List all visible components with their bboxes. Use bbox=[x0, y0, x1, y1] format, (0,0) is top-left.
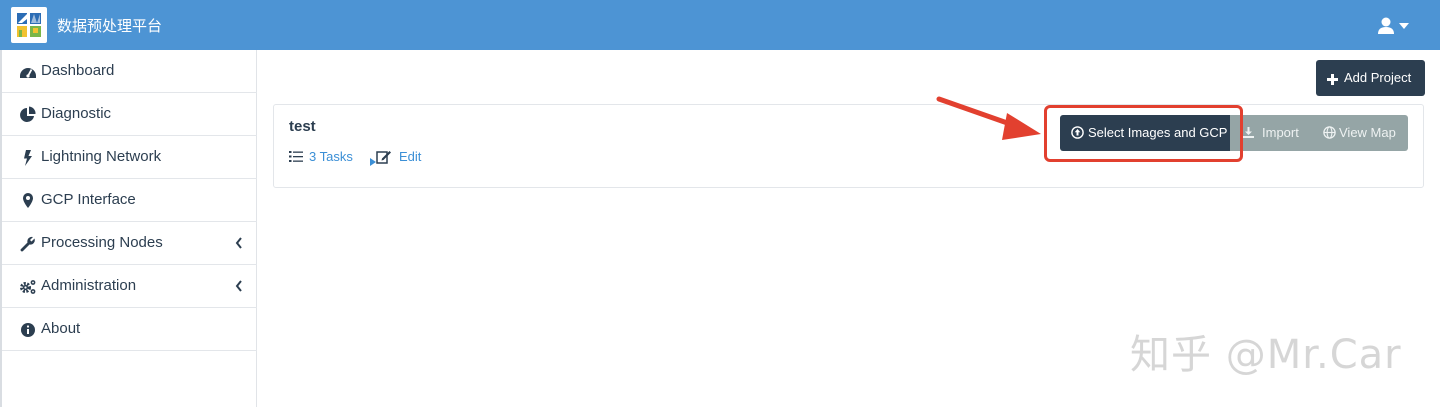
sidebar-item-diagnostic[interactable]: Diagnostic bbox=[2, 93, 257, 136]
import-icon bbox=[1242, 126, 1255, 139]
globe-icon bbox=[1323, 126, 1336, 139]
edit-label: Edit bbox=[399, 149, 422, 164]
sidebar-item-label: About bbox=[41, 320, 81, 337]
project-name[interactable]: test bbox=[289, 118, 316, 135]
add-project-button[interactable]: Add Project bbox=[1316, 60, 1425, 96]
annotation-arrow-icon bbox=[936, 96, 1041, 140]
sidebar-item-processing-nodes[interactable]: Processing Nodes bbox=[2, 222, 257, 265]
watermark: 知乎 @Mr.Car bbox=[1130, 332, 1402, 378]
map-marker-icon bbox=[19, 192, 37, 210]
bolt-icon bbox=[19, 149, 37, 167]
top-navbar: 数据预处理平台 bbox=[0, 0, 1440, 50]
import-label: Import bbox=[1262, 125, 1299, 140]
sidebar-item-label: Diagnostic bbox=[41, 105, 112, 122]
sidebar-item-label: Processing Nodes bbox=[41, 234, 163, 251]
pie-chart-icon bbox=[19, 106, 37, 124]
sidebar-item-gcp-interface[interactable]: GCP Interface bbox=[2, 179, 257, 222]
plus-icon bbox=[1327, 72, 1338, 85]
highlight-box bbox=[1044, 105, 1243, 162]
sidebar-item-lightning-network[interactable]: Lightning Network bbox=[2, 136, 257, 179]
list-icon bbox=[289, 150, 303, 163]
app-logo[interactable] bbox=[11, 7, 47, 43]
sidebar-item-dashboard[interactable]: Dashboard bbox=[2, 50, 257, 93]
sidebar-item-label: Lightning Network bbox=[41, 148, 162, 165]
user-icon bbox=[1378, 17, 1394, 34]
tasks-count-label: 3 Tasks bbox=[309, 149, 353, 164]
user-menu[interactable] bbox=[1376, 14, 1414, 38]
wrench-icon bbox=[19, 235, 37, 253]
add-project-label: Add Project bbox=[1344, 70, 1412, 85]
sidebar-item-label: GCP Interface bbox=[41, 191, 136, 208]
cogs-icon bbox=[19, 278, 37, 296]
view-map-button[interactable]: View Map bbox=[1311, 115, 1408, 151]
info-circle-icon bbox=[19, 321, 37, 339]
logo-mark-icon bbox=[17, 13, 41, 37]
edit-icon bbox=[376, 149, 392, 164]
view-map-label: View Map bbox=[1339, 125, 1396, 140]
chevron-left-icon bbox=[235, 236, 243, 249]
sidebar-item-about[interactable]: About bbox=[2, 308, 257, 351]
sidebar-item-administration[interactable]: Administration bbox=[2, 265, 257, 308]
app-title: 数据预处理平台 bbox=[57, 17, 163, 35]
sidebar-item-label: Administration bbox=[41, 277, 137, 294]
sidebar: Dashboard Diagnostic Lightning Network G… bbox=[0, 50, 257, 407]
chevron-left-icon bbox=[235, 279, 243, 292]
sidebar-item-label: Dashboard bbox=[41, 62, 115, 79]
caret-down-icon bbox=[1399, 23, 1409, 29]
tachometer-icon bbox=[19, 63, 37, 81]
